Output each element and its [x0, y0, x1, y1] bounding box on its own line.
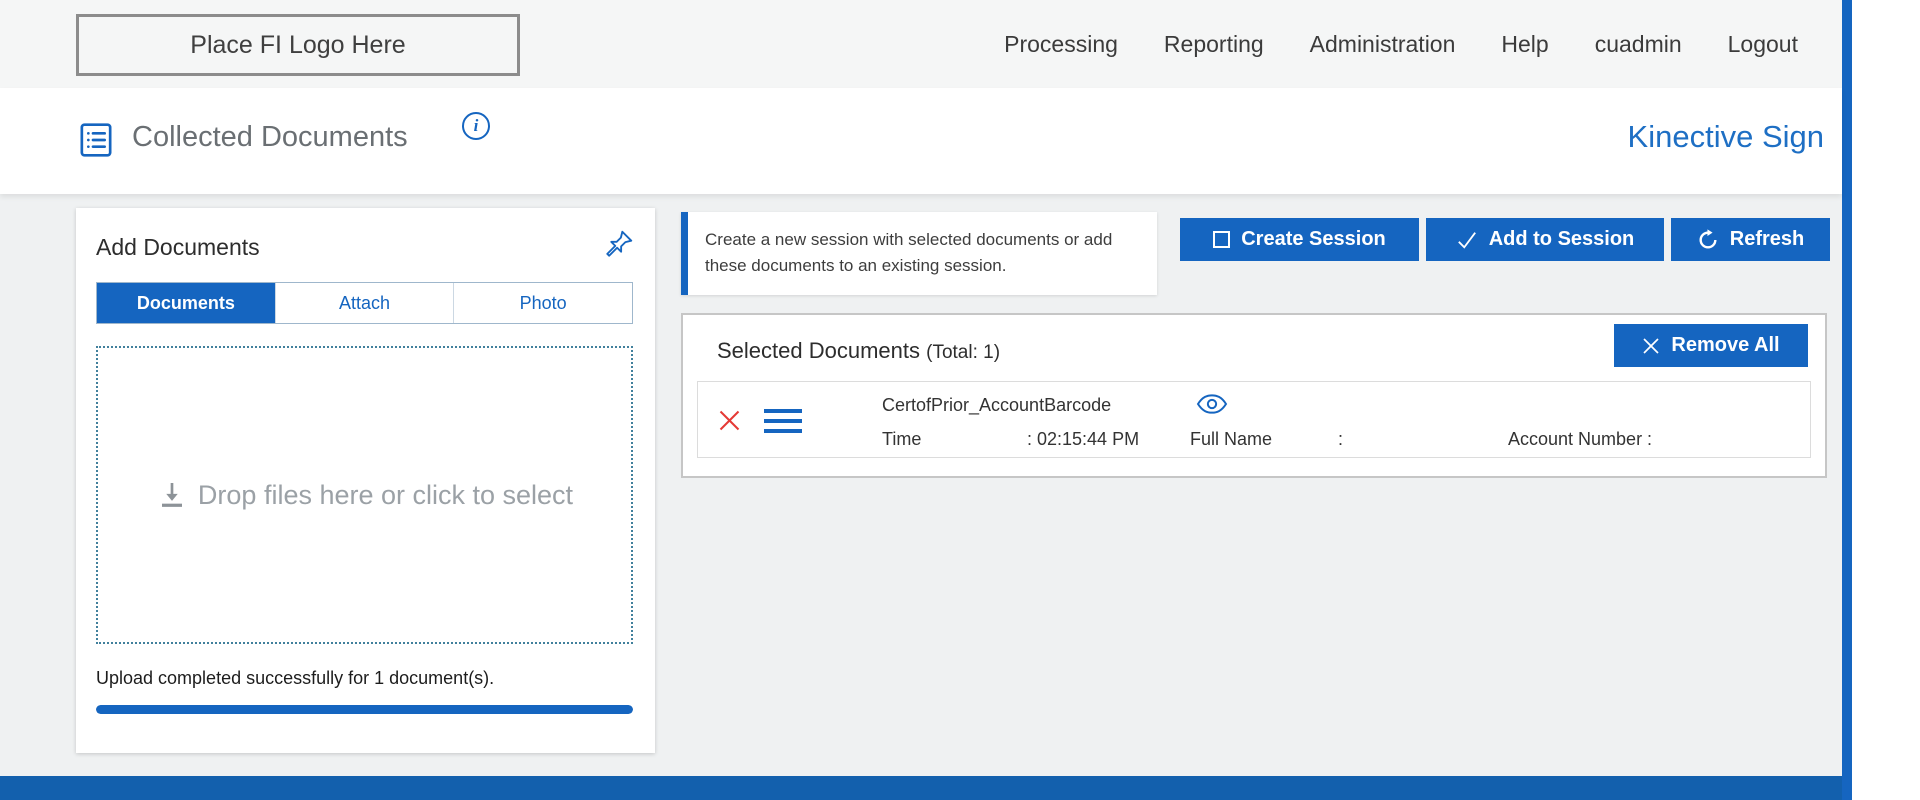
time-value: : 02:15:44 PM [1027, 429, 1139, 450]
tab-photo-label: Photo [520, 293, 567, 314]
nav-item-processing[interactable]: Processing [1004, 31, 1118, 58]
tab-attach[interactable]: Attach [275, 283, 454, 323]
refresh-label: Refresh [1730, 228, 1804, 251]
nav-item-reporting[interactable]: Reporting [1164, 31, 1264, 58]
nav-item-user-cuadmin[interactable]: cuadmin [1595, 31, 1682, 58]
create-session-icon [1213, 231, 1230, 248]
account-number-label: Account Number : [1508, 429, 1652, 450]
info-icon[interactable]: i [462, 112, 490, 140]
pin-icon[interactable] [603, 228, 635, 260]
time-label: Time [882, 429, 921, 450]
footer-bar [0, 776, 1842, 800]
add-documents-card: Add Documents Documents Attach Photo [76, 208, 655, 753]
main-nav: Processing Reporting Administration Help… [1004, 0, 1798, 88]
document-name: CertofPrior_AccountBarcode [882, 395, 1111, 416]
selected-documents-title-text: Selected Documents [717, 338, 920, 363]
checkmark-icon [1456, 230, 1478, 250]
add-to-session-button[interactable]: Add to Session [1426, 218, 1664, 261]
page-title: Collected Documents [132, 121, 408, 154]
nav-item-logout[interactable]: Logout [1728, 31, 1798, 58]
remove-all-label: Remove All [1671, 334, 1779, 357]
preview-eye-icon[interactable] [1196, 392, 1228, 416]
session-info-message: Create a new session with selected docum… [681, 212, 1157, 295]
selected-documents-panel: Selected Documents (Total: 1) Remove All [681, 313, 1827, 478]
create-session-label: Create Session [1241, 228, 1386, 251]
right-edge-strip [1842, 0, 1852, 800]
download-icon [156, 479, 188, 511]
tab-photo[interactable]: Photo [453, 283, 632, 323]
upload-progress-track [96, 705, 633, 714]
nav-item-administration[interactable]: Administration [1310, 31, 1456, 58]
app-window: Place FI Logo Here Processing Reporting … [0, 0, 1920, 800]
full-name-value: : [1338, 429, 1343, 450]
fi-logo-placeholder: Place FI Logo Here [76, 14, 520, 76]
upload-status-text: Upload completed successfully for 1 docu… [96, 668, 494, 689]
refresh-icon [1697, 229, 1719, 251]
page-title-bar: Collected Documents i Kinective Sign [0, 88, 1842, 194]
tab-documents-label: Documents [137, 293, 235, 314]
fi-logo-text: Place FI Logo Here [190, 31, 405, 60]
refresh-button[interactable]: Refresh [1671, 218, 1830, 261]
add-documents-title: Add Documents [96, 234, 260, 261]
top-header: Place FI Logo Here Processing Reporting … [0, 0, 1842, 88]
brand-kinective-sign: Kinective Sign [1628, 119, 1824, 155]
remove-all-button[interactable]: Remove All [1614, 324, 1808, 367]
create-session-button[interactable]: Create Session [1180, 218, 1419, 261]
full-name-label: Full Name [1190, 429, 1272, 450]
drag-handle-icon[interactable] [764, 409, 802, 433]
upload-progress-fill [96, 705, 633, 714]
remove-document-icon[interactable] [716, 407, 743, 434]
collected-documents-icon [76, 120, 116, 160]
add-to-session-label: Add to Session [1489, 228, 1635, 251]
dropzone-text: Drop files here or click to select [198, 480, 573, 511]
nav-item-help[interactable]: Help [1501, 31, 1548, 58]
selected-documents-total: (Total: 1) [926, 342, 1000, 363]
tab-documents[interactable]: Documents [97, 283, 275, 323]
close-icon [1642, 337, 1660, 355]
document-row: CertofPrior_AccountBarcode Time : 02:15:… [697, 381, 1811, 458]
tab-attach-label: Attach [339, 293, 390, 314]
main-content-area: Place FI Logo Here Processing Reporting … [0, 0, 1842, 800]
selected-documents-title: Selected Documents (Total: 1) [717, 338, 1000, 364]
add-documents-tabs: Documents Attach Photo [96, 282, 633, 324]
session-actions: Create Session Add to Session Refresh [1180, 218, 1830, 261]
file-dropzone[interactable]: Drop files here or click to select [96, 346, 633, 644]
